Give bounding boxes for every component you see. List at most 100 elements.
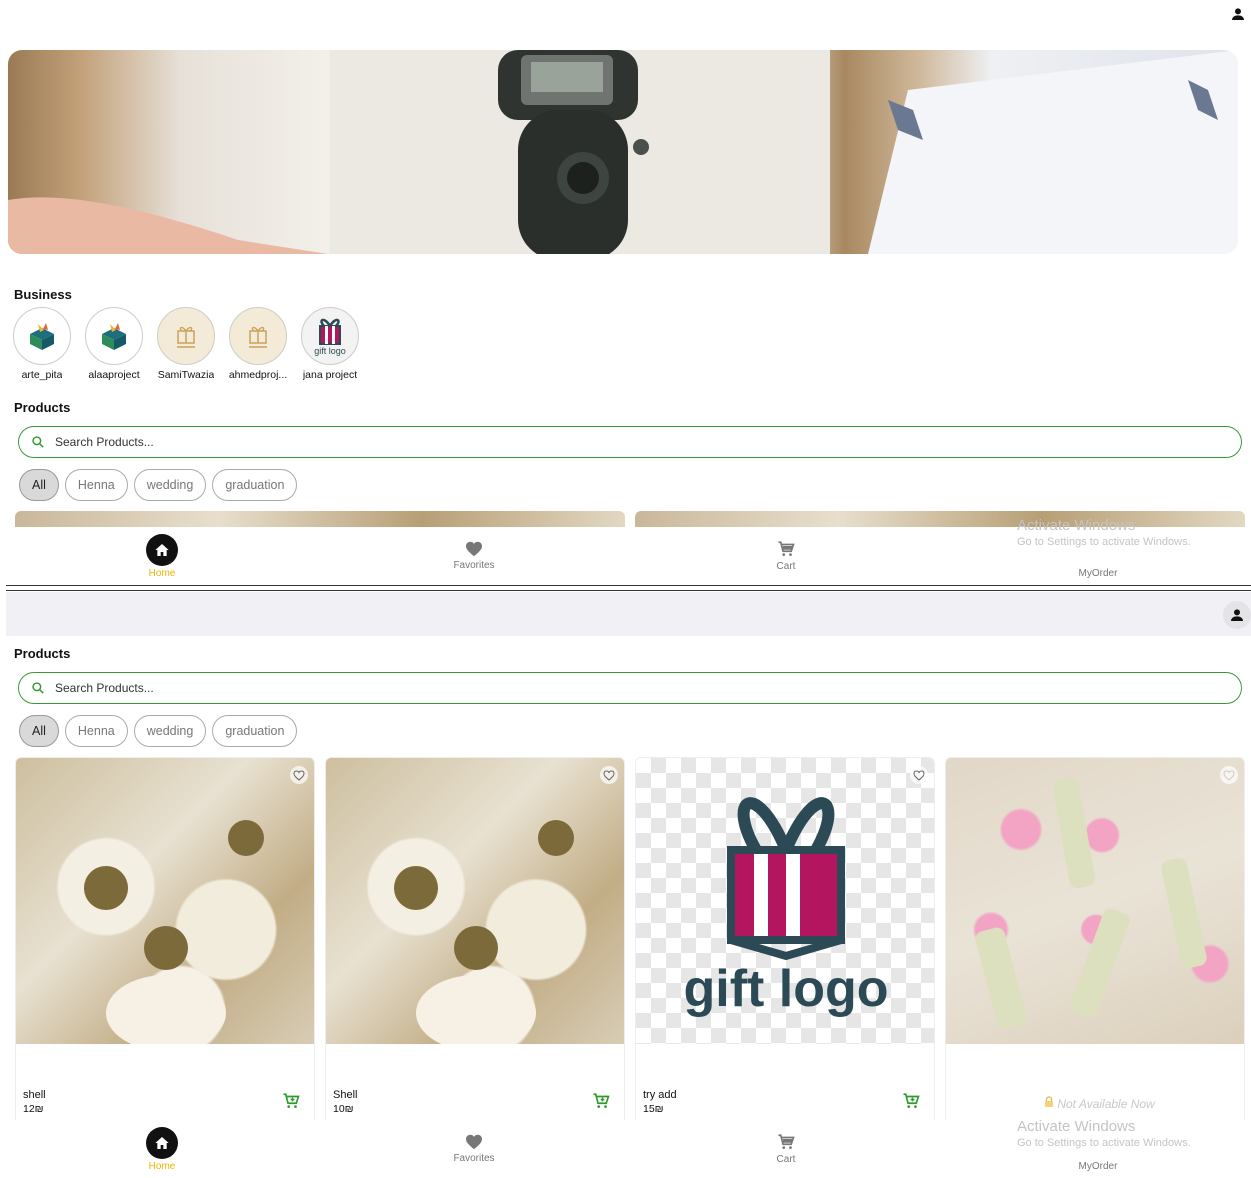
filter-chip-all[interactable]: All xyxy=(19,469,59,501)
nav-favorites-label: Favorites xyxy=(453,560,495,571)
not-available-text: Not Available Now xyxy=(1057,1097,1155,1111)
nav-home[interactable]: Home xyxy=(102,1120,222,1178)
nav-home[interactable]: Home xyxy=(102,527,222,585)
add-cart-icon xyxy=(593,1093,610,1108)
home-screen-top: Business arte_pita alaaproject SamiTwazi… xyxy=(0,0,1251,587)
favorite-button[interactable] xyxy=(910,766,928,784)
not-available-label: Not Available Now xyxy=(1044,1096,1155,1111)
add-to-cart-button[interactable] xyxy=(282,1092,300,1115)
add-cart-icon xyxy=(283,1093,300,1108)
products-title: Products xyxy=(14,400,71,415)
gift-box-icon xyxy=(249,326,267,348)
heart-outline-icon xyxy=(293,769,305,781)
gift-logo-text: gift logo xyxy=(683,960,888,1018)
filter-chip-all[interactable]: All xyxy=(19,715,59,747)
hero-banner[interactable] xyxy=(8,50,1238,254)
watermark-title: Activate Windows xyxy=(1017,517,1136,534)
home-screen-scrolled: Products All Henna wedding graduation sh… xyxy=(0,592,1251,1178)
shell-soap-illustration xyxy=(84,820,264,1044)
heart-outline-icon xyxy=(603,769,615,781)
business-avatar: gift logo xyxy=(301,307,359,365)
category-filters: All Henna wedding graduation xyxy=(19,715,298,747)
business-item[interactable]: arte_pita xyxy=(12,307,72,381)
shell-soap-illustration xyxy=(394,820,574,1044)
add-to-cart-button[interactable] xyxy=(902,1092,920,1115)
business-item[interactable]: gift logo jana project xyxy=(300,307,360,381)
business-name: arte_pita xyxy=(21,369,63,381)
product-card-unavailable[interactable]: Not Available Now xyxy=(945,757,1245,1127)
add-to-cart-button[interactable] xyxy=(592,1092,610,1115)
business-avatar xyxy=(85,307,143,365)
nav-cart[interactable]: Cart xyxy=(726,1120,846,1178)
profile-button[interactable] xyxy=(1224,0,1251,28)
business-item[interactable]: alaaproject xyxy=(84,307,144,381)
home-icon xyxy=(146,1126,178,1159)
business-item[interactable]: SamiTwazia xyxy=(156,307,216,381)
filter-chip-wedding[interactable]: wedding xyxy=(133,469,207,501)
activate-windows-watermark: Activate Windows Go to Settings to activ… xyxy=(1017,1118,1191,1149)
product-card[interactable]: Shell 10₪ xyxy=(325,757,625,1127)
cart-icon xyxy=(778,541,795,556)
favorite-button[interactable] xyxy=(290,766,308,784)
category-filters: All Henna wedding graduation xyxy=(19,469,298,501)
person-icon xyxy=(1232,8,1244,20)
nav-home-label: Home xyxy=(148,1160,176,1172)
product-card[interactable]: gift logo try add 15₪ xyxy=(635,757,935,1127)
search-input[interactable] xyxy=(55,681,1155,695)
profile-button[interactable] xyxy=(1223,601,1251,629)
add-cart-icon xyxy=(903,1093,920,1108)
business-avatar xyxy=(13,307,71,365)
filter-chip-graduation[interactable]: graduation xyxy=(212,715,298,747)
business-item[interactable]: ahmedproj... xyxy=(228,307,288,381)
gift-logo-illustration: gift logo xyxy=(683,797,889,1018)
activate-windows-watermark: Activate Windows Go to Settings to activ… xyxy=(1017,517,1191,548)
search-icon xyxy=(32,436,44,448)
nav-favorites-label: Favorites xyxy=(453,1153,495,1164)
product-price: 12₪ xyxy=(23,1103,44,1115)
box-logo-icon xyxy=(102,323,126,350)
nav-favorites[interactable]: Favorites xyxy=(414,1120,534,1178)
watermark-subtitle: Go to Settings to activate Windows. xyxy=(1017,536,1191,548)
product-image xyxy=(326,758,624,1044)
product-image xyxy=(946,758,1244,1044)
person-icon xyxy=(1231,609,1243,621)
home-icon xyxy=(146,533,178,566)
product-card[interactable]: shell 12₪ xyxy=(15,757,315,1127)
box-logo-icon xyxy=(30,323,54,350)
heart-outline-icon xyxy=(913,769,925,781)
heart-icon xyxy=(466,1134,482,1150)
favorite-button[interactable] xyxy=(600,766,618,784)
product-name: shell xyxy=(23,1089,46,1101)
search-input[interactable] xyxy=(55,435,1155,449)
favorite-button[interactable] xyxy=(1220,766,1238,784)
product-name: try add xyxy=(643,1089,677,1101)
business-avatar xyxy=(157,307,215,365)
gift-box-icon xyxy=(177,326,195,348)
search-bar[interactable] xyxy=(18,426,1242,458)
business-name: ahmedproj... xyxy=(228,369,288,381)
product-card-partial[interactable] xyxy=(15,511,625,527)
watermark-subtitle: Go to Settings to activate Windows. xyxy=(1017,1137,1191,1149)
products-title: Products xyxy=(14,646,71,661)
business-list: arte_pita alaaproject SamiTwazia ahmedpr… xyxy=(12,307,360,381)
nav-favorites[interactable]: Favorites xyxy=(414,527,534,585)
filter-chip-graduation[interactable]: graduation xyxy=(212,469,298,501)
business-name: jana project xyxy=(302,369,358,381)
divider xyxy=(6,585,1251,586)
nav-myorder-label: MyOrder xyxy=(1078,1161,1118,1172)
business-avatar xyxy=(229,307,287,365)
filter-chip-wedding[interactable]: wedding xyxy=(133,715,207,747)
unavailable-overlay xyxy=(946,758,1244,1044)
gift-logo-icon: gift logo xyxy=(314,318,346,356)
cart-icon xyxy=(778,1134,795,1149)
gift-logo-text: gift logo xyxy=(314,346,346,356)
filter-chip-henna[interactable]: Henna xyxy=(64,715,128,747)
product-image xyxy=(16,758,314,1044)
watermark-title: Activate Windows xyxy=(1017,1118,1136,1135)
product-grid: shell 12₪ Shell 10₪ gift logo try add 15… xyxy=(15,757,1245,1127)
search-bar[interactable] xyxy=(18,672,1242,704)
nav-cart[interactable]: Cart xyxy=(726,527,846,585)
search-icon xyxy=(32,682,44,694)
nav-home-label: Home xyxy=(148,567,176,579)
filter-chip-henna[interactable]: Henna xyxy=(64,469,128,501)
